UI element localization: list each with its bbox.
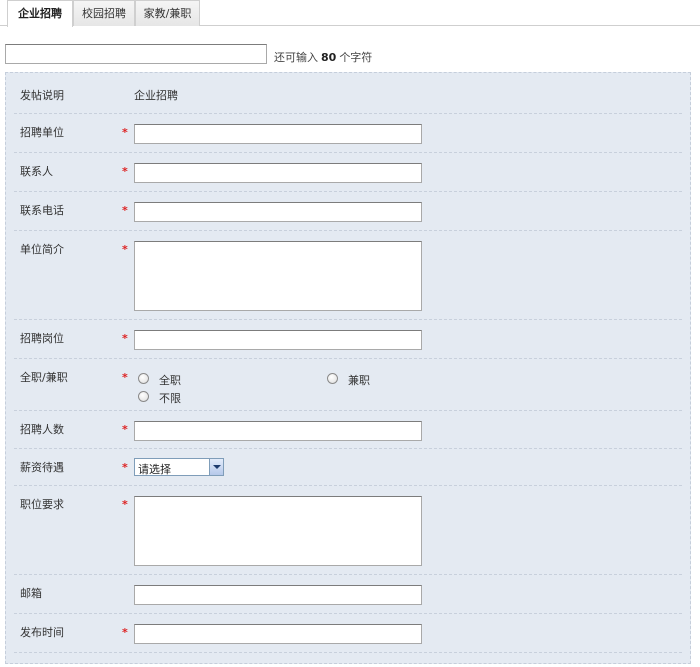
form-row-publish-time: 发布时间 * — [14, 614, 682, 653]
required-star: * — [122, 423, 128, 436]
requirements-textarea[interactable] — [134, 496, 422, 566]
headcount-input[interactable] — [134, 421, 422, 441]
form-row-salary: 薪资待遇 * 请选择 — [14, 449, 682, 486]
form-row-headcount: 招聘人数 * — [14, 411, 682, 449]
form-row-phone: 联系电话 * — [14, 192, 682, 231]
required-star: * — [122, 126, 128, 139]
required-star: * — [122, 371, 128, 384]
radio-any-label[interactable]: 不限 — [159, 390, 181, 406]
char-counter-prefix: 还可输入 — [274, 51, 318, 64]
email-input[interactable] — [134, 585, 422, 605]
radio-parttime[interactable] — [327, 373, 338, 384]
salary-label: 薪资待遇 — [20, 461, 64, 474]
tab-campus-recruit[interactable]: 校园招聘 — [73, 0, 135, 26]
required-star: * — [122, 461, 128, 474]
tab-enterprise-recruit[interactable]: 企业招聘 — [7, 0, 73, 27]
form-row-job-type: 全职/兼职 * 全职 兼职 不限 — [14, 359, 682, 411]
required-star: * — [122, 626, 128, 639]
salary-select[interactable]: 请选择 — [134, 458, 224, 476]
required-star: * — [122, 498, 128, 511]
required-star: * — [122, 243, 128, 256]
post-type-value: 企业招聘 — [134, 89, 178, 102]
form-row-requirements: 职位要求 * — [14, 486, 682, 575]
radio-fulltime-label[interactable]: 全职 — [159, 372, 181, 388]
phone-label: 联系电话 — [20, 204, 64, 217]
post-title-input[interactable] — [5, 44, 267, 64]
post-type-label: 发帖说明 — [20, 89, 64, 102]
form-row-email: 邮箱 — [14, 575, 682, 614]
tab-bar: 企业招聘 校园招聘 家教/兼职 — [0, 0, 700, 27]
phone-input[interactable] — [134, 202, 422, 222]
position-input[interactable] — [134, 330, 422, 350]
required-star: * — [122, 332, 128, 345]
intro-textarea[interactable] — [134, 241, 422, 311]
form-row-position: 招聘岗位 * — [14, 320, 682, 359]
job-type-label: 全职/兼职 — [20, 371, 68, 384]
chevron-down-icon[interactable] — [209, 459, 223, 475]
radio-parttime-label[interactable]: 兼职 — [348, 372, 370, 388]
headcount-label: 招聘人数 — [20, 423, 64, 436]
radio-fulltime[interactable] — [138, 373, 149, 384]
required-star: * — [122, 165, 128, 178]
form-row-company: 招聘单位 * — [14, 114, 682, 153]
position-label: 招聘岗位 — [20, 332, 64, 345]
radio-any[interactable] — [138, 391, 149, 402]
contact-input[interactable] — [134, 163, 422, 183]
char-counter: 还可输入 80 个字符 — [274, 49, 372, 65]
contact-label: 联系人 — [20, 165, 53, 178]
required-star: * — [122, 204, 128, 217]
form-row-contact: 联系人 * — [14, 153, 682, 192]
company-label: 招聘单位 — [20, 126, 64, 139]
publish-time-label: 发布时间 — [20, 626, 64, 639]
email-label: 邮箱 — [20, 587, 42, 600]
char-counter-value: 80 — [321, 51, 337, 64]
recruit-form-panel: 发帖说明 企业招聘 招聘单位 * 联系人 * 联系电话 * 单位简介 * 招聘岗… — [5, 72, 691, 664]
form-row-intro: 单位简介 * — [14, 231, 682, 320]
form-row-post-type: 发帖说明 企业招聘 — [14, 77, 682, 114]
company-input[interactable] — [134, 124, 422, 144]
intro-label: 单位简介 — [20, 243, 64, 256]
publish-time-input[interactable] — [134, 624, 422, 644]
char-counter-suffix: 个字符 — [339, 51, 373, 64]
requirements-label: 职位要求 — [20, 498, 64, 511]
tab-tutor-parttime[interactable]: 家教/兼职 — [135, 0, 200, 26]
salary-select-value: 请选择 — [138, 463, 171, 476]
